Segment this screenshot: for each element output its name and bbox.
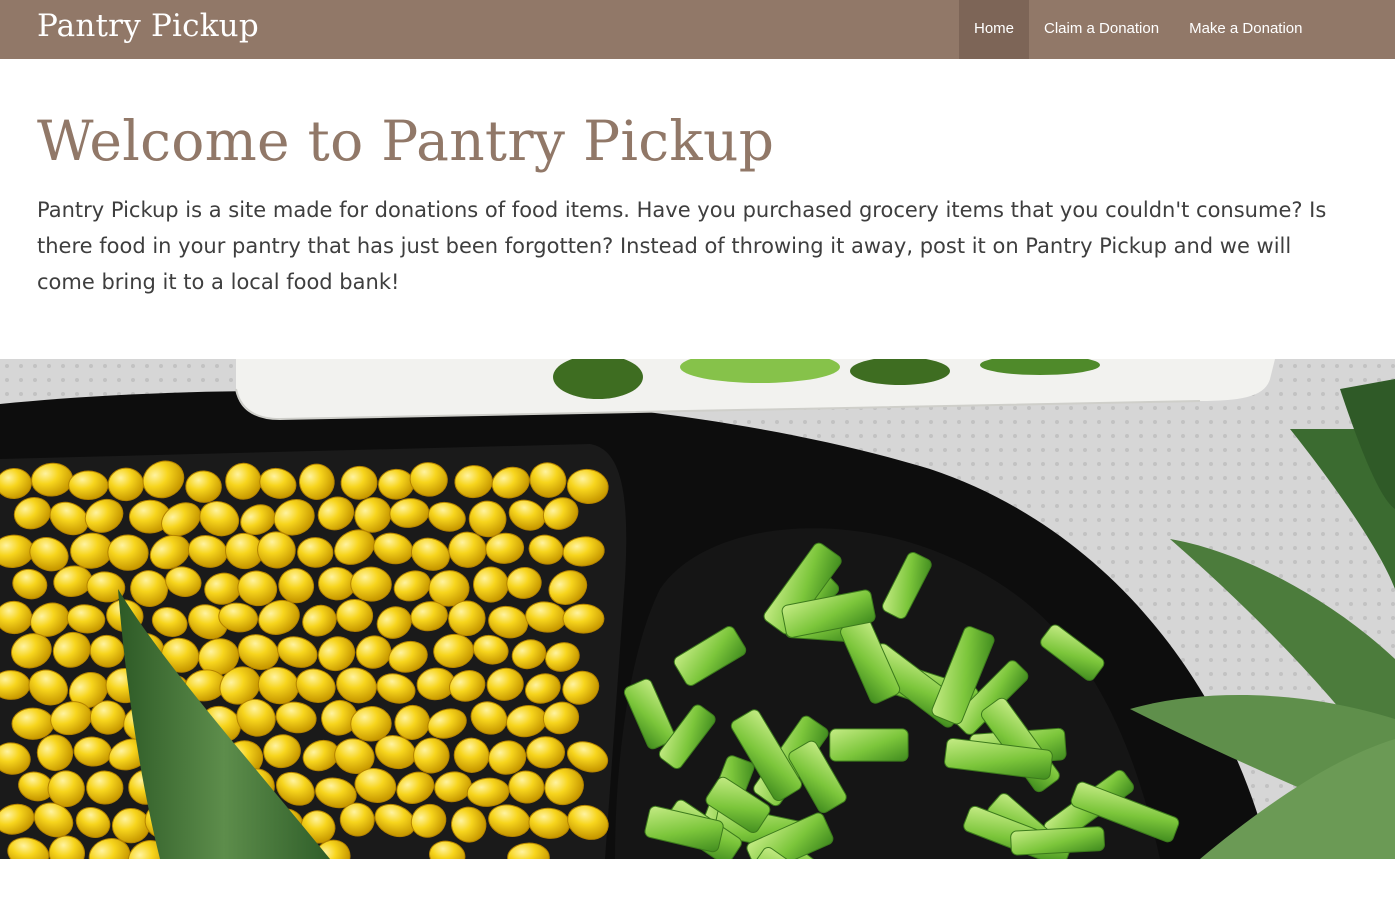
corn-kernel bbox=[336, 598, 374, 632]
corn-kernel bbox=[111, 807, 151, 844]
corn-kernel bbox=[107, 467, 145, 502]
corn-kernel bbox=[562, 603, 605, 634]
nav-make-donation[interactable]: Make a Donation bbox=[1174, 0, 1317, 59]
nav-claim-donation[interactable]: Claim a Donation bbox=[1029, 0, 1174, 59]
page-title: Welcome to Pantry Pickup bbox=[37, 109, 775, 173]
corn-kernel bbox=[11, 707, 55, 740]
hero-food-image: /* corn drawn below by script */ bbox=[0, 359, 1395, 859]
asparagus-piece bbox=[1010, 826, 1105, 856]
navbar: Pantry Pickup Home Claim a Donation Make… bbox=[0, 0, 1395, 59]
corn-kernel bbox=[68, 470, 109, 501]
welcome-section: Welcome to Pantry Pickup Pantry Pickup i… bbox=[37, 105, 1337, 300]
brand-link[interactable]: Pantry Pickup bbox=[37, 8, 259, 44]
corn-kernel bbox=[297, 537, 334, 568]
main-nav: Home Claim a Donation Make a Donation bbox=[959, 0, 1317, 59]
intro-paragraph: Pantry Pickup is a site made for donatio… bbox=[37, 198, 1327, 294]
asparagus-piece bbox=[829, 728, 909, 762]
corn-kernel bbox=[448, 600, 486, 637]
nav-home[interactable]: Home bbox=[959, 0, 1030, 59]
